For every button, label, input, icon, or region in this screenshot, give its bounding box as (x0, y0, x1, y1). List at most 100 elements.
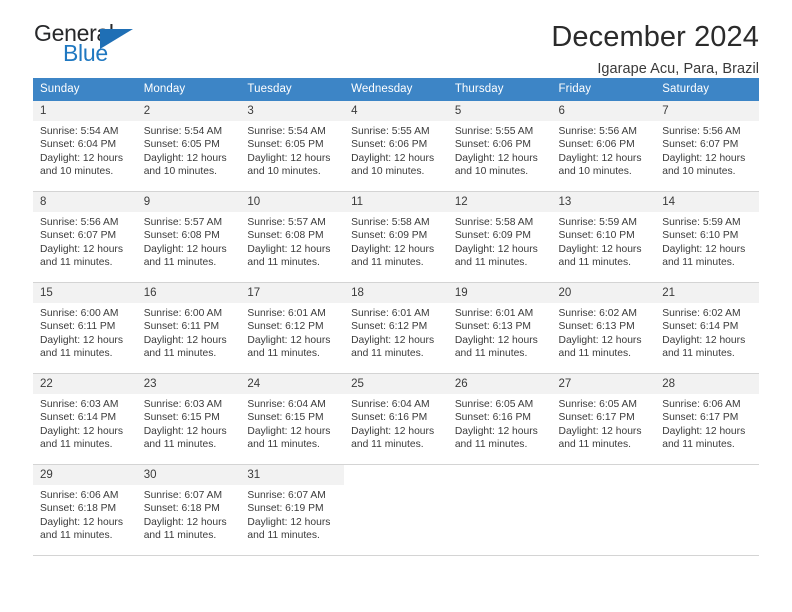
day-details: Sunrise: 6:02 AM Sunset: 6:13 PM Daylight:… (552, 303, 656, 360)
day-details: Sunrise: 6:04 AM Sunset: 6:16 PM Daylight:… (344, 394, 448, 451)
day-details: Sunrise: 6:02 AM Sunset: 6:14 PM Daylight:… (655, 303, 759, 360)
daylight-text: Daylight: 12 hours and 10 minutes. (143, 152, 227, 177)
daylight-text: Daylight: 12 hours and 11 minutes. (558, 243, 642, 268)
sunrise-text: Sunrise: 5:54 AM (143, 126, 223, 138)
sunset-text: Sunset: 6:14 PM (662, 321, 739, 333)
calendar-day-cell[interactable]: 18 Sunrise: 6:01 AM Sunset: 6:12 PM Dayligh… (344, 282, 448, 374)
title-block: December 2024 Igarape Acu, Para, Brazil (551, 22, 759, 78)
sunset-text: Sunset: 6:15 PM (143, 412, 220, 424)
day-number: 6 (551, 101, 656, 122)
calendar-day-cell[interactable]: 11 Sunrise: 5:58 AM Sunset: 6:09 PM Dayligh… (344, 191, 448, 283)
daylight-text: Daylight: 12 hours and 10 minutes. (662, 152, 746, 177)
day-number: 1 (33, 101, 137, 122)
calendar-day-cell[interactable]: 4 Sunrise: 5:55 AM Sunset: 6:06 PM Daylight… (344, 101, 448, 192)
day-details: Sunrise: 5:54 AM Sunset: 6:05 PM Daylight:… (137, 121, 241, 178)
day-details: Sunrise: 6:07 AM Sunset: 6:18 PM Daylight:… (137, 485, 241, 542)
calendar-cell-empty (551, 464, 656, 556)
calendar-day-cell[interactable]: 12 Sunrise: 5:58 AM Sunset: 6:09 PM Dayligh… (447, 191, 552, 283)
calendar-day-cell[interactable]: 28 Sunrise: 6:06 AM Sunset: 6:17 PM Dayligh… (655, 373, 759, 465)
day-details: Sunrise: 5:56 AM Sunset: 6:06 PM Daylight:… (552, 121, 656, 178)
day-number: 12 (447, 192, 552, 213)
daylight-text: Daylight: 12 hours and 11 minutes. (558, 334, 642, 359)
sunset-text: Sunset: 6:09 PM (351, 230, 428, 242)
general-blue-logo[interactable]: General Blue (33, 22, 148, 70)
calendar-day-cell[interactable]: 30 Sunrise: 6:07 AM Sunset: 6:18 PM Dayligh… (136, 464, 241, 556)
calendar-day-cell[interactable]: 27 Sunrise: 6:05 AM Sunset: 6:17 PM Dayligh… (551, 373, 656, 465)
sunset-text: Sunset: 6:11 PM (40, 321, 116, 333)
calendar-day-cell[interactable]: 9 Sunrise: 5:57 AM Sunset: 6:08 PM Daylight… (136, 191, 241, 283)
calendar-day-cell[interactable]: 21 Sunrise: 6:02 AM Sunset: 6:14 PM Dayligh… (655, 282, 759, 374)
calendar-day-cell[interactable]: 8 Sunrise: 5:56 AM Sunset: 6:07 PM Daylight… (33, 191, 137, 283)
sunrise-text: Sunrise: 6:00 AM (40, 308, 119, 320)
day-details: Sunrise: 6:05 AM Sunset: 6:16 PM Daylight:… (448, 394, 552, 451)
calendar-day-cell[interactable]: 13 Sunrise: 5:59 AM Sunset: 6:10 PM Dayligh… (551, 191, 656, 283)
day-number: 8 (33, 192, 137, 213)
calendar-day-cell[interactable]: 10 Sunrise: 5:57 AM Sunset: 6:08 PM Dayligh… (240, 191, 345, 283)
calendar-day-cell[interactable]: 17 Sunrise: 6:01 AM Sunset: 6:12 PM Dayligh… (240, 282, 345, 374)
day-number: 29 (33, 465, 137, 486)
sunset-text: Sunset: 6:06 PM (351, 139, 428, 151)
calendar-day-cell[interactable]: 20 Sunrise: 6:02 AM Sunset: 6:13 PM Dayligh… (551, 282, 656, 374)
day-details: Sunrise: 6:04 AM Sunset: 6:15 PM Daylight:… (240, 394, 344, 451)
sunrise-text: Sunrise: 5:57 AM (247, 217, 326, 229)
weekday-header-cell: Sunday (33, 78, 137, 101)
calendar-day-cell[interactable]: 25 Sunrise: 6:04 AM Sunset: 6:16 PM Dayligh… (344, 373, 448, 465)
calendar-page: General Blue December 2024 Igarape Acu, … (0, 0, 792, 612)
daylight-text: Daylight: 12 hours and 11 minutes. (143, 334, 227, 359)
sunrise-text: Sunrise: 6:05 AM (454, 399, 534, 411)
daylight-text: Daylight: 12 hours and 11 minutes. (454, 334, 538, 359)
calendar-week-row: 8 Sunrise: 5:56 AM Sunset: 6:07 PM Daylight… (33, 191, 759, 283)
day-number: 10 (240, 192, 345, 213)
day-number: 27 (551, 374, 656, 395)
calendar-day-cell[interactable]: 19 Sunrise: 6:01 AM Sunset: 6:13 PM Dayligh… (447, 282, 552, 374)
calendar-day-cell[interactable]: 14 Sunrise: 5:59 AM Sunset: 6:10 PM Dayligh… (655, 191, 759, 283)
daylight-text: Daylight: 12 hours and 11 minutes. (143, 516, 227, 541)
day-number: 19 (447, 283, 552, 304)
sunset-text: Sunset: 6:19 PM (247, 503, 324, 515)
sunset-text: Sunset: 6:10 PM (558, 230, 635, 242)
calendar-day-cell[interactable]: 26 Sunrise: 6:05 AM Sunset: 6:16 PM Dayligh… (447, 373, 552, 465)
daylight-text: Daylight: 12 hours and 11 minutes. (40, 425, 123, 450)
calendar-cell-empty (447, 464, 552, 556)
day-number: 18 (344, 283, 448, 304)
daylight-text: Daylight: 12 hours and 11 minutes. (143, 243, 227, 268)
calendar-day-cell[interactable]: 22 Sunrise: 6:03 AM Sunset: 6:14 PM Dayligh… (33, 373, 137, 465)
calendar-day-cell[interactable]: 5 Sunrise: 5:55 AM Sunset: 6:06 PM Daylight… (447, 101, 552, 192)
sunset-text: Sunset: 6:18 PM (143, 503, 220, 515)
calendar-day-cell[interactable]: 3 Sunrise: 5:54 AM Sunset: 6:05 PM Daylight… (240, 101, 345, 192)
calendar-cell-empty (344, 464, 448, 556)
weekday-header: Sunday Monday Tuesday Wednesday Thursday Frid… (33, 78, 759, 101)
calendar-day-cell[interactable]: 16 Sunrise: 6:00 AM Sunset: 6:11 PM Dayligh… (136, 282, 241, 374)
daylight-text: Daylight: 12 hours and 10 minutes. (558, 152, 642, 177)
day-number: 25 (344, 374, 448, 395)
calendar-body: 1 Sunrise: 5:54 AM Sunset: 6:04 PM Daylight… (33, 101, 759, 556)
sunset-text: Sunset: 6:18 PM (40, 503, 117, 515)
calendar-day-cell[interactable]: 23 Sunrise: 6:03 AM Sunset: 6:15 PM Dayligh… (136, 373, 241, 465)
calendar-header-row: Sunday Monday Tuesday Wednesday Thursday Frid… (33, 78, 759, 101)
daylight-text: Daylight: 12 hours and 11 minutes. (454, 243, 538, 268)
sunset-text: Sunset: 6:04 PM (40, 139, 117, 151)
day-number: 7 (655, 101, 759, 122)
calendar-day-cell[interactable]: 2 Sunrise: 5:54 AM Sunset: 6:05 PM Daylight… (136, 101, 241, 192)
day-number: 26 (447, 374, 552, 395)
page-subtitle: Igarape Acu, Para, Brazil (597, 61, 759, 78)
calendar-day-cell[interactable]: 24 Sunrise: 6:04 AM Sunset: 6:15 PM Dayligh… (240, 373, 345, 465)
calendar-day-cell[interactable]: 29 Sunrise: 6:06 AM Sunset: 6:18 PM Dayligh… (33, 464, 137, 556)
day-number: 2 (136, 101, 241, 122)
day-number: 31 (240, 465, 345, 486)
daylight-text: Daylight: 12 hours and 11 minutes. (247, 334, 331, 359)
weekday-header-cell: Wednesday (344, 78, 448, 101)
day-number: 13 (551, 192, 656, 213)
page-header: General Blue December 2024 Igarape Acu, … (33, 0, 759, 78)
calendar-day-cell[interactable]: 15 Sunrise: 6:00 AM Sunset: 6:11 PM Dayligh… (33, 282, 137, 374)
calendar-day-cell[interactable]: 7 Sunrise: 5:56 AM Sunset: 6:07 PM Daylight… (655, 101, 759, 192)
calendar-day-cell[interactable]: 6 Sunrise: 5:56 AM Sunset: 6:06 PM Daylight… (551, 101, 656, 192)
calendar-day-cell[interactable]: 31 Sunrise: 6:07 AM Sunset: 6:19 PM Dayligh… (240, 464, 345, 556)
calendar-day-cell[interactable]: 1 Sunrise: 5:54 AM Sunset: 6:04 PM Daylight… (33, 101, 137, 192)
calendar-week-row: 15 Sunrise: 6:00 AM Sunset: 6:11 PM Dayligh… (33, 282, 759, 374)
day-number: 30 (136, 465, 241, 486)
day-details: Sunrise: 6:01 AM Sunset: 6:12 PM Daylight:… (344, 303, 448, 360)
day-number: 21 (655, 283, 759, 304)
day-details: Sunrise: 6:03 AM Sunset: 6:14 PM Daylight:… (33, 394, 137, 451)
day-details: Sunrise: 6:06 AM Sunset: 6:18 PM Daylight:… (33, 485, 137, 542)
